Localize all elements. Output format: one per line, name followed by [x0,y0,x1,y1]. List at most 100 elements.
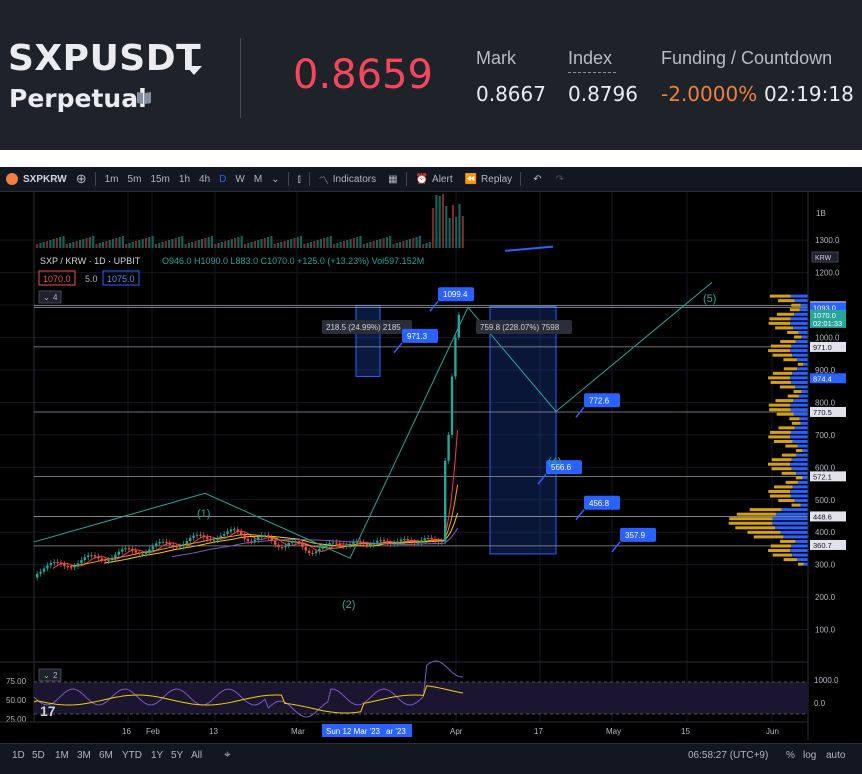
interval-5m[interactable]: 5m [128,174,142,185]
auto-toggle[interactable]: auto [826,750,845,761]
range-5y[interactable]: 5Y [171,750,183,761]
layouts-icon[interactable]: ▦ [388,174,397,185]
candle [260,535,263,538]
candle [134,550,137,553]
candle [311,552,314,554]
volume-bar [174,238,177,248]
candle [90,555,93,557]
profile-bar [772,553,793,557]
profile-bar [773,439,793,443]
clock[interactable]: 06:58:27 (UTC+9) [688,750,768,761]
toolbar-divider [405,172,407,186]
price-tick-label: 1200.0 [815,269,840,278]
interval-1m[interactable]: 1m [105,174,119,185]
rsi-right-tick-zero: 0.0 [814,699,826,708]
volume-bar [62,236,65,248]
interval-15m[interactable]: 15m [150,174,169,185]
add-symbol-icon[interactable]: ⊕ [76,171,87,187]
interval-4h[interactable]: 4h [199,174,210,185]
toolbar-symbol[interactable]: SXPKRW [23,174,67,185]
replay-icon[interactable]: ⏪ [465,174,477,185]
volume-bar [425,243,428,248]
goto-date-icon[interactable]: ⌖ [224,747,231,762]
volume-bar [359,236,362,248]
candle [352,541,355,544]
range-1d[interactable]: 1D [12,750,25,761]
alert-icon[interactable]: ⏰ [416,174,428,185]
time-tick-label: Jun [766,727,779,736]
volume-bar [108,240,111,248]
profile-bar [768,462,791,466]
volume-bar [362,244,365,248]
candle [430,537,433,540]
range-6m[interactable]: 6M [99,750,113,761]
range-1y[interactable]: 1Y [151,750,163,761]
price-tag-label: 02:01:33 [813,319,842,328]
range-all[interactable]: All [191,750,202,761]
profile-bar [778,499,795,503]
range-3m[interactable]: 3M [77,750,91,761]
volume-bar [435,195,438,248]
volume-bar [191,242,194,248]
redo-icon[interactable]: ↷ [556,174,564,185]
interval-w[interactable]: W [235,174,244,185]
interval-d[interactable]: D [219,174,226,185]
interval-dropdown-icon[interactable]: ⌄ [271,174,279,185]
alert-button[interactable]: Alert [432,174,453,185]
interval-1h[interactable]: 1h [179,174,190,185]
profile-bar [801,390,808,394]
price-tag-label: 360.7 [813,541,832,550]
volume-bar [201,239,204,248]
candle [308,550,311,553]
volume-bar [300,236,303,248]
volume-bar [59,237,62,248]
symbol-dropdown-icon[interactable] [186,66,202,75]
log-toggle[interactable]: log [803,750,816,761]
volume-bar [55,238,58,248]
profile-bar [729,517,773,521]
interval-m[interactable]: M [254,174,262,185]
range-ytd[interactable]: YTD [122,750,142,761]
profile-bar [791,467,808,471]
candle [433,539,437,541]
profile-bar [790,408,808,412]
candle [420,540,423,543]
candle [178,546,182,548]
profile-bar [775,399,794,403]
candle [291,541,294,543]
candle [144,552,148,554]
price-tick-label: 600.0 [815,463,836,472]
symbol-name[interactable]: SXPUSDT [8,38,201,79]
price-tick-label: 400.0 [815,528,836,537]
range-5d[interactable]: 5D [32,750,45,761]
profile-bar [791,380,808,384]
candle [212,540,216,542]
book-icon[interactable] [136,91,152,105]
volume-bar [49,240,52,248]
profile-bar [753,535,784,539]
bid-price[interactable]: 1070.0 [43,274,71,284]
volume-bar [326,237,329,248]
index-label[interactable]: Index [568,48,612,69]
volume-bar [197,240,200,248]
ask-price[interactable]: 1075.0 [107,274,135,284]
volume-bar [214,244,217,248]
candle [287,542,290,546]
volume-bar [455,217,458,248]
candle-style-icon[interactable]: ⫾ [298,174,301,185]
profile-bar [793,326,808,330]
replay-button[interactable]: Replay [481,174,512,185]
indicators-button[interactable]: Indicators [333,174,376,185]
undo-icon[interactable]: ↶ [533,174,541,185]
volume-bar [42,242,45,248]
funding-label[interactable]: Funding / Countdown [661,48,832,69]
profile-bar [797,362,804,366]
percent-toggle[interactable]: % [786,750,795,761]
indicators-icon[interactable]: 〽 [319,172,329,187]
range-1m[interactable]: 1M [55,750,69,761]
coin-logo-icon [6,173,18,185]
candle [233,529,236,531]
profile-bar [792,371,808,375]
price-chart[interactable]: SXP / KRW · 1D · UPBIT O946.0 H1090.0 L8… [0,192,862,740]
volume-bar [448,218,451,248]
